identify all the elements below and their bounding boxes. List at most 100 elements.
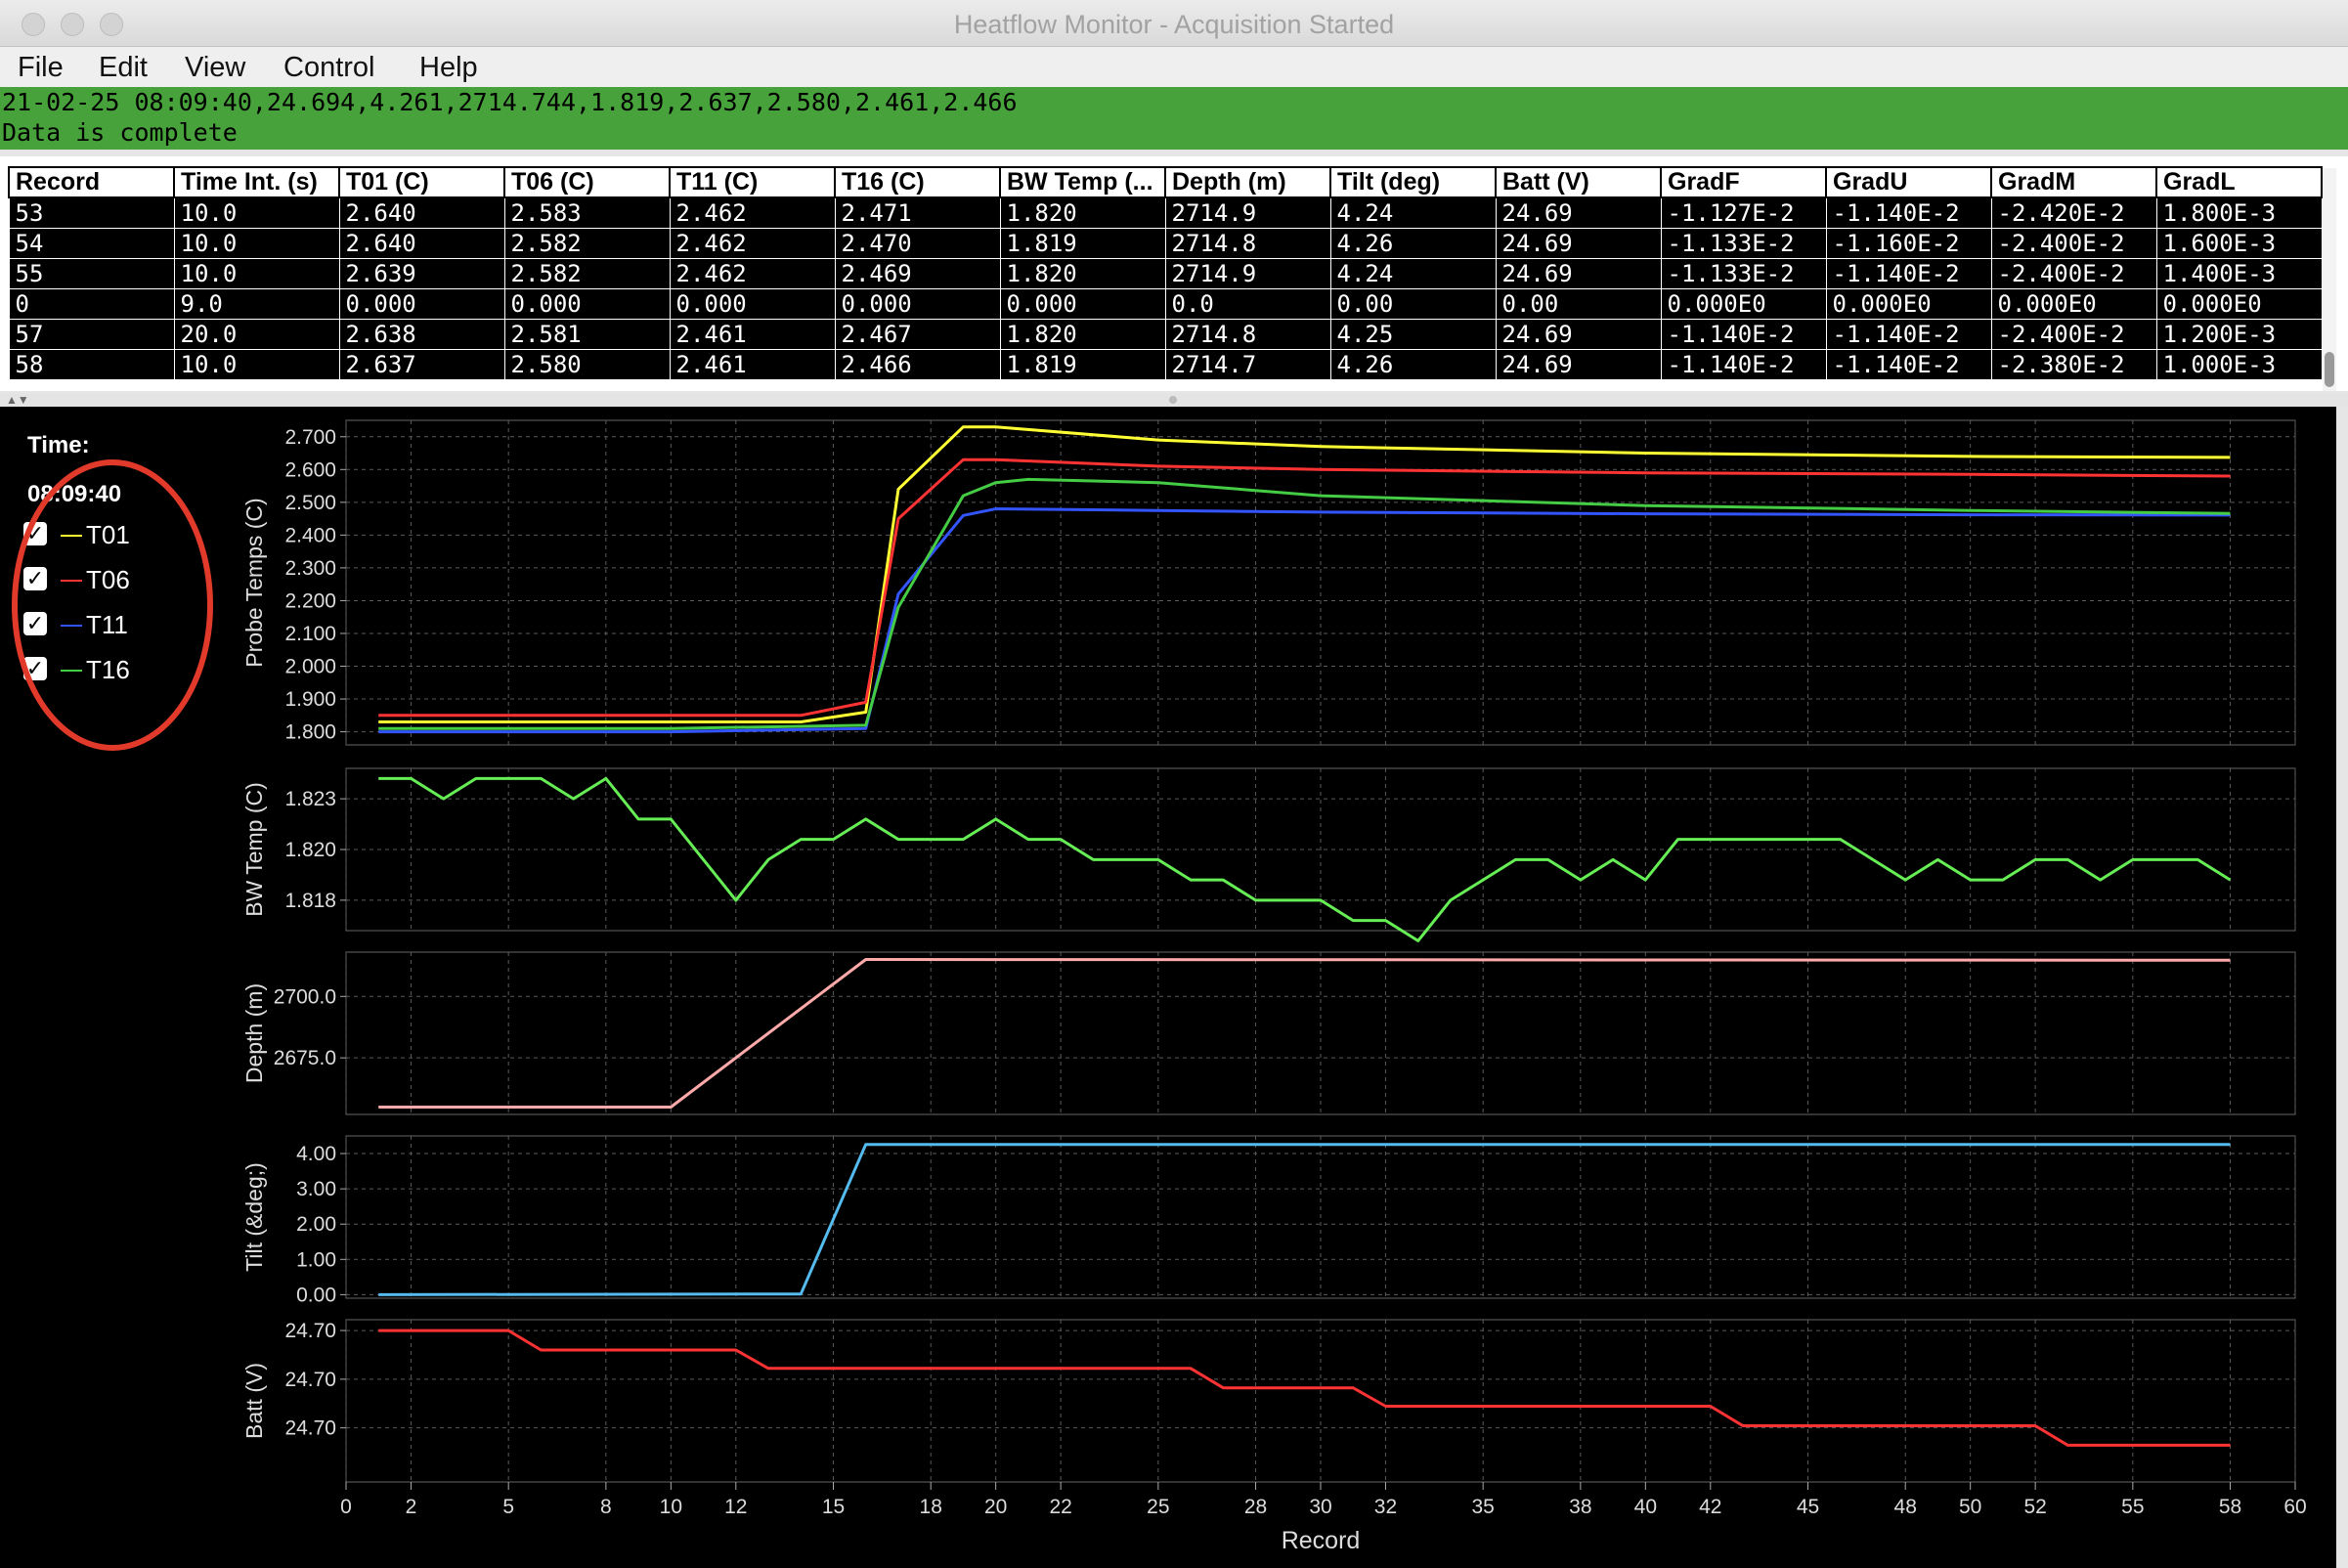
x-tick-label: 28 [1244, 1496, 1267, 1518]
table-cell: 0.000E0 [1825, 288, 1992, 320]
column-header[interactable]: Record [8, 166, 175, 198]
table-scroll-thumb[interactable] [2325, 352, 2334, 387]
menu-file[interactable]: File [18, 52, 64, 84]
column-header[interactable]: T06 (C) [503, 166, 671, 198]
table-cell: 53 [8, 196, 175, 229]
x-tick-label: 42 [1699, 1496, 1721, 1518]
table-cell: 10.0 [173, 258, 340, 289]
table-cell: 4.26 [1329, 228, 1497, 259]
table-cell: 0.000 [503, 288, 671, 320]
table-cell: 10.0 [173, 228, 340, 259]
y-tick-label: 1.818 [284, 890, 336, 912]
table-cell: 0.000 [834, 288, 1001, 320]
column-header[interactable]: BW Temp (... [999, 166, 1166, 198]
column-header[interactable]: GradM [1990, 166, 2157, 198]
split-arrows-icon[interactable]: ▲▼ [6, 393, 29, 407]
y-tick-label: 2675.0 [274, 1047, 336, 1069]
column-header[interactable]: Batt (V) [1495, 166, 1662, 198]
column-header[interactable]: GradF [1660, 166, 1827, 198]
table-cell: 0.000 [338, 288, 505, 320]
x-tick-label: 48 [1894, 1496, 1917, 1518]
y-tick-label: 24.70 [284, 1417, 336, 1440]
split-pane-divider[interactable]: ▲▼ [0, 393, 2348, 407]
menu-help[interactable]: Help [419, 52, 478, 84]
table-cell: 2.469 [834, 258, 1001, 289]
table-cell: 55 [8, 258, 175, 289]
data-table-panel: Record Time Int. (s) T01 (C) T06 (C) T11 (C)… [0, 156, 2348, 391]
table-cell: 2.580 [503, 349, 671, 380]
column-header[interactable]: Time Int. (s) [173, 166, 340, 198]
table-row[interactable]: 57 20.0 2.638 2.581 2.461 2.467 1.820 2714.8 4.2… [8, 319, 2323, 350]
table-cell: -1.127E-2 [1660, 196, 1827, 229]
x-tick-label: 25 [1147, 1496, 1169, 1518]
table-cell: 2.462 [669, 196, 836, 229]
table-cell: 2.471 [834, 196, 1001, 229]
table-cell: 1.820 [999, 319, 1166, 350]
table-cell: 2.470 [834, 228, 1001, 259]
x-tick-label: 50 [1959, 1496, 1981, 1518]
table-cell: -1.140E-2 [1660, 319, 1827, 350]
table-row[interactable]: 58 10.0 2.637 2.580 2.461 2.466 1.819 2714.7 4.2… [8, 349, 2323, 380]
table-cell: -1.140E-2 [1825, 258, 1992, 289]
data-table: Record Time Int. (s) T01 (C) T06 (C) T11 (C)… [8, 166, 2323, 380]
column-header[interactable]: Depth (m) [1164, 166, 1331, 198]
menu-edit[interactable]: Edit [99, 52, 148, 84]
table-cell: 2.582 [503, 228, 671, 259]
table-cell: -1.140E-2 [1825, 196, 1992, 229]
table-cell: 2.466 [834, 349, 1001, 380]
x-tick-label: 12 [724, 1496, 747, 1518]
y-tick-label: 24.70 [284, 1369, 336, 1391]
table-cell: 0 [8, 288, 175, 320]
table-cell: 1.400E-3 [2155, 258, 2323, 289]
column-header[interactable]: GradL [2155, 166, 2323, 198]
x-tick-label: 35 [1471, 1496, 1494, 1518]
column-header[interactable]: T11 (C) [669, 166, 836, 198]
y-tick-label: 1.823 [284, 788, 336, 810]
table-cell: 1.820 [999, 258, 1166, 289]
column-header[interactable]: GradU [1825, 166, 1992, 198]
table-cell: -2.420E-2 [1990, 196, 2157, 229]
column-header[interactable]: Tilt (deg) [1329, 166, 1497, 198]
chart-scrollbar[interactable] [2336, 407, 2348, 1568]
table-cell: 24.69 [1495, 228, 1662, 259]
x-tick-label: 10 [660, 1496, 682, 1518]
table-cell: -1.133E-2 [1660, 228, 1827, 259]
y-tick-label: 2.600 [284, 458, 336, 481]
table-cell: 1.200E-3 [2155, 319, 2323, 350]
table-row[interactable]: 0 9.0 0.000 0.000 0.000 0.000 0.000 0.0 0.00 0.00… [8, 288, 2323, 320]
split-grip-icon[interactable] [1169, 396, 1177, 404]
table-cell: 0.00 [1495, 288, 1662, 320]
y-tick-label: 1.900 [284, 688, 336, 711]
table-cell: -2.400E-2 [1990, 258, 2157, 289]
table-cell: 2.461 [669, 319, 836, 350]
table-cell: 1.819 [999, 349, 1166, 380]
x-tick-label: 15 [822, 1496, 845, 1518]
charts-canvas: 1.8001.9002.0002.1002.2002.3002.4002.500… [241, 419, 2307, 1554]
column-header[interactable]: T01 (C) [338, 166, 505, 198]
table-cell: 0.000E0 [2155, 288, 2323, 320]
table-cell: 20.0 [173, 319, 340, 350]
x-tick-label: 58 [2219, 1496, 2241, 1518]
menu-view[interactable]: View [185, 52, 245, 84]
table-cell: -1.160E-2 [1825, 228, 1992, 259]
table-cell: 4.25 [1329, 319, 1497, 350]
table-cell: 2.581 [503, 319, 671, 350]
table-cell: 2714.8 [1164, 319, 1331, 350]
table-cell: 0.000 [669, 288, 836, 320]
table-cell: 4.24 [1329, 196, 1497, 229]
y-tick-label: 1.820 [284, 839, 336, 861]
table-cell: 0.00 [1329, 288, 1497, 320]
table-row[interactable]: 53 10.0 2.640 2.583 2.462 2.471 1.820 2714.9 4.2… [8, 196, 2323, 229]
table-cell: 4.24 [1329, 258, 1497, 289]
x-tick-label: 0 [340, 1496, 352, 1518]
menu-control[interactable]: Control [283, 52, 375, 84]
x-tick-label: 38 [1569, 1496, 1591, 1518]
table-cell: 2.582 [503, 258, 671, 289]
x-tick-label: 2 [406, 1496, 417, 1518]
window-title: Heatflow Monitor - Acquisition Started [953, 10, 1395, 39]
column-header[interactable]: T16 (C) [834, 166, 1001, 198]
table-cell: 2.637 [338, 349, 505, 380]
table-row[interactable]: 55 10.0 2.639 2.582 2.462 2.469 1.820 2714.9 4.2… [8, 258, 2323, 289]
table-row[interactable]: 54 10.0 2.640 2.582 2.462 2.470 1.819 2714.8 4.2… [8, 228, 2323, 259]
table-cell: 1.800E-3 [2155, 196, 2323, 229]
